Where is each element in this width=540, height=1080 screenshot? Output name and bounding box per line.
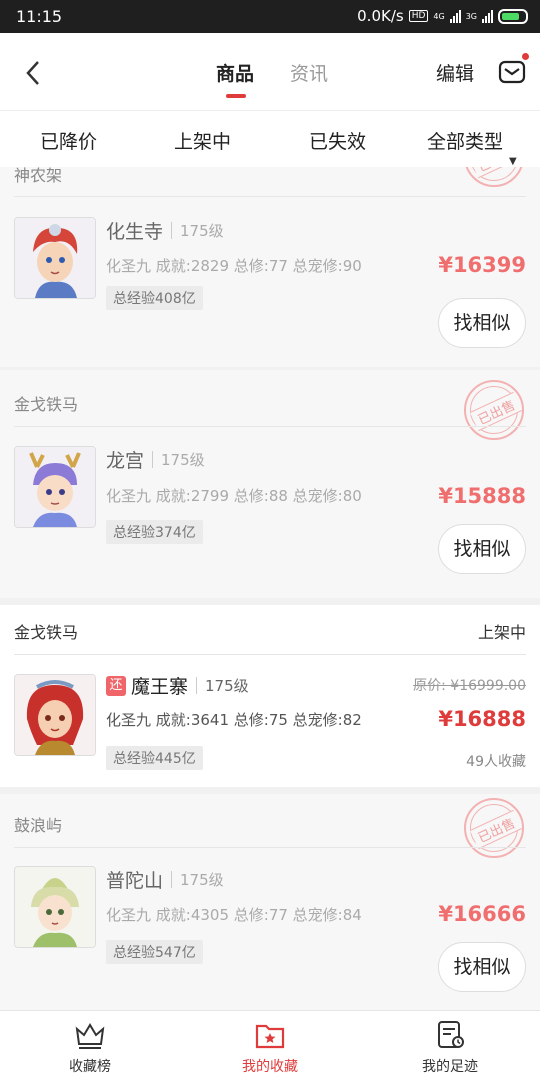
crown-icon xyxy=(75,1023,105,1049)
network-speed: 0.0K/s xyxy=(357,7,404,25)
avatar-image xyxy=(15,447,95,527)
return-badge: 还 xyxy=(106,675,126,696)
server-name: 金戈铁马 xyxy=(14,623,79,642)
total-exp: 总经验374亿 xyxy=(106,520,203,544)
listing-card[interactable]: 金戈铁马 上架中 还 魔王寨 175级 化圣九 成就:3641 总修:75 总宠… xyxy=(0,605,540,787)
hd-icon: HD xyxy=(408,10,429,22)
filter-on-sale[interactable]: 上架中 xyxy=(174,127,231,154)
character-avatar xyxy=(14,446,96,528)
listing-card[interactable]: 金戈铁马 已出售 龙宫 175级 化圣九 成就:2799 总修:88 总宠修:8… xyxy=(0,370,540,598)
network-type-2: 3G xyxy=(465,11,477,21)
server-name: 金戈铁马 xyxy=(14,395,79,414)
find-similar-button[interactable]: 找相似 xyxy=(438,298,526,348)
character-stats: 化圣九 成就:2829 总修:77 总宠修:90 xyxy=(106,257,362,275)
total-exp: 总经验445亿 xyxy=(106,746,203,770)
network-type-1: 4G xyxy=(433,11,445,21)
filter-bar: 已降价 上架中 已失效 全部类型 ▼ xyxy=(0,111,540,167)
separator xyxy=(196,677,198,694)
divider xyxy=(14,196,526,197)
avatar-image xyxy=(15,218,95,298)
filter-all-types[interactable]: 全部类型 ▼ xyxy=(427,127,517,167)
battery-icon xyxy=(498,8,528,24)
listing-status: 上架中 xyxy=(477,623,526,642)
level: 175级 xyxy=(180,222,224,240)
divider xyxy=(14,654,526,655)
price: ¥16666 xyxy=(438,902,526,926)
status-right: 0.0K/s HD 4G 3G xyxy=(357,7,528,25)
nav-my-favorites-label: 我的收藏 xyxy=(242,1059,298,1075)
character-stats: 化圣九 成就:4305 总修:77 总宠修:84 xyxy=(106,906,362,924)
signal-icon xyxy=(449,9,461,23)
edit-button[interactable]: 编辑 xyxy=(436,59,474,86)
total-exp: 总经验547亿 xyxy=(106,940,203,964)
sold-stamp-text: 已出售 xyxy=(469,809,523,850)
tab-goods[interactable]: 商品 xyxy=(216,59,254,98)
separator xyxy=(152,451,154,468)
favorites-count: 49人收藏 xyxy=(466,754,526,770)
mail-icon[interactable] xyxy=(498,59,526,85)
listing-card[interactable]: 神农架 已出售 化生寺 175级 化圣九 成就:2829 总修:77 总宠修:9… xyxy=(0,167,540,367)
sold-stamp-text: 已出售 xyxy=(469,167,523,179)
filter-price-dropped[interactable]: 已降价 xyxy=(40,127,97,154)
caret-down-icon: ▼ xyxy=(509,156,517,167)
nav-my-favorites[interactable]: 我的收藏 xyxy=(180,1011,360,1080)
status-bar: 11:15 0.0K/s HD 4G 3G xyxy=(0,0,540,33)
nav-bar: 商品 资讯 编辑 xyxy=(0,33,540,111)
nav-ranking[interactable]: 收藏榜 xyxy=(0,1011,180,1080)
price: ¥16888 xyxy=(438,707,526,731)
name-row: 还 魔王寨 175级 xyxy=(106,672,249,699)
character-stats: 化圣九 成就:3641 总修:75 总宠修:82 xyxy=(106,711,362,729)
school-name: 普陀山 xyxy=(106,870,164,892)
server-name: 神农架 xyxy=(14,167,63,185)
character-avatar xyxy=(14,866,96,948)
divider xyxy=(14,847,526,848)
sold-stamp: 已出售 xyxy=(464,167,524,187)
school-name: 魔王寨 xyxy=(131,676,189,698)
total-exp: 总经验408亿 xyxy=(106,286,203,310)
filter-expired[interactable]: 已失效 xyxy=(309,127,366,154)
signal-icon-2 xyxy=(482,9,493,23)
avatar-image xyxy=(15,675,95,755)
name-row: 龙宫 175级 xyxy=(106,446,205,473)
header-tabs: 商品 资讯 xyxy=(216,59,328,98)
character-avatar xyxy=(14,217,96,299)
notification-dot xyxy=(522,53,529,60)
history-icon xyxy=(438,1021,464,1048)
school-name: 龙宫 xyxy=(106,450,145,472)
level: 175级 xyxy=(161,451,205,469)
favorites-list: 神农架 已出售 化生寺 175级 化圣九 成就:2829 总修:77 总宠修:9… xyxy=(0,167,540,1010)
favorites-folder-icon xyxy=(255,1024,285,1049)
find-similar-button[interactable]: 找相似 xyxy=(438,942,526,992)
level: 175级 xyxy=(180,871,224,889)
sold-stamp: 已出售 xyxy=(464,798,524,858)
level: 175级 xyxy=(205,677,249,695)
nav-history-label: 我的足迹 xyxy=(422,1059,478,1075)
separator xyxy=(171,222,173,239)
divider xyxy=(14,426,526,427)
name-row: 普陀山 175级 xyxy=(106,866,224,893)
bottom-nav: 收藏榜 我的收藏 我的足迹 xyxy=(0,1010,540,1080)
nav-ranking-label: 收藏榜 xyxy=(69,1059,111,1075)
separator xyxy=(171,871,173,888)
server-name: 鼓浪屿 xyxy=(14,816,63,835)
nav-history[interactable]: 我的足迹 xyxy=(360,1011,540,1080)
sold-stamp: 已出售 xyxy=(464,380,524,440)
filter-all-types-label: 全部类型 xyxy=(427,131,504,153)
back-arrow-icon[interactable] xyxy=(24,59,44,87)
name-row: 化生寺 175级 xyxy=(106,217,224,244)
original-price: 原价: ¥16999.00 xyxy=(413,678,526,694)
character-avatar xyxy=(14,674,96,756)
price: ¥16399 xyxy=(438,253,526,277)
character-stats: 化圣九 成就:2799 总修:88 总宠修:80 xyxy=(106,487,362,505)
find-similar-button[interactable]: 找相似 xyxy=(438,524,526,574)
price: ¥15888 xyxy=(438,484,526,508)
status-time: 11:15 xyxy=(16,7,63,26)
avatar-image xyxy=(15,867,95,947)
listing-card[interactable]: 鼓浪屿 已出售 普陀山 175级 化圣九 成就:4305 总修:77 总宠修:8… xyxy=(0,794,540,1010)
school-name: 化生寺 xyxy=(106,221,164,243)
tab-news[interactable]: 资讯 xyxy=(290,59,328,86)
